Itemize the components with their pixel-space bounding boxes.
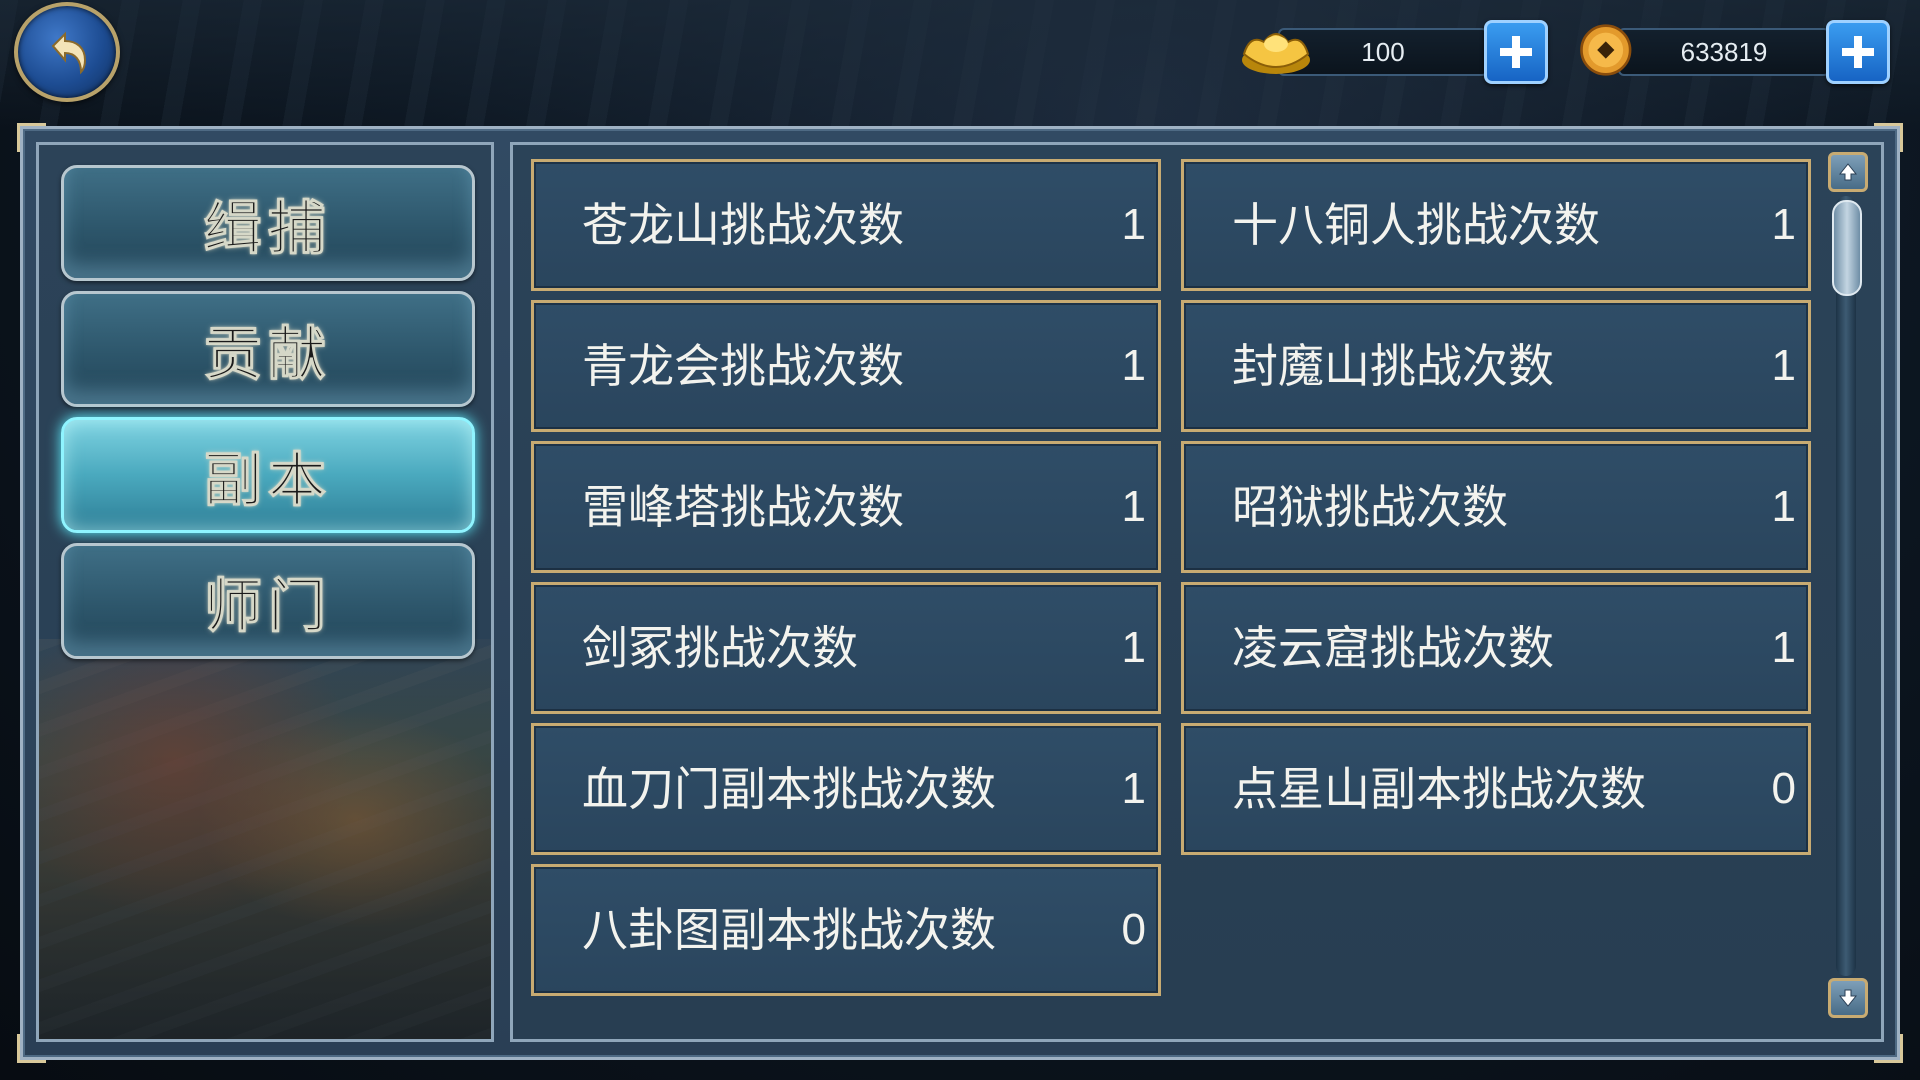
- arrow-down-icon: [1838, 989, 1858, 1007]
- tab-arrest[interactable]: 缉捕: [61, 165, 475, 281]
- list-item: 血刀门副本挑战次数 1: [531, 723, 1161, 855]
- back-arrow-icon: [51, 31, 87, 75]
- add-gold-button[interactable]: [1484, 20, 1548, 84]
- entry-label: 雷峰塔挑战次数: [582, 480, 904, 534]
- entry-count: 0: [1121, 905, 1146, 954]
- list-item: 凌云窟挑战次数 1: [1181, 582, 1811, 714]
- list-item: 八卦图副本挑战次数 0: [531, 864, 1161, 996]
- scrollbar-track[interactable]: [1836, 196, 1856, 976]
- gold-currency: 100: [1238, 20, 1548, 84]
- list-item: 十八铜人挑战次数 1: [1181, 159, 1811, 291]
- tab-contribution[interactable]: 贡献: [61, 291, 475, 407]
- entry-label: 昭狱挑战次数: [1232, 480, 1508, 534]
- entry-label: 青龙会挑战次数: [582, 339, 904, 393]
- plus-icon: [1842, 36, 1874, 68]
- entry-label: 十八铜人挑战次数: [1232, 198, 1600, 252]
- entry-count: 1: [1121, 482, 1146, 531]
- entry-count: 1: [1771, 341, 1796, 390]
- list-item: 青龙会挑战次数 1: [531, 300, 1161, 432]
- list-item: 封魔山挑战次数 1: [1181, 300, 1811, 432]
- entry-label: 剑冢挑战次数: [582, 621, 858, 675]
- entry-count: 1: [1771, 200, 1796, 249]
- entry-count: 1: [1771, 482, 1796, 531]
- coin-currency: 633819: [1578, 20, 1890, 84]
- entry-label: 苍龙山挑战次数: [582, 198, 904, 252]
- gold-ingot-icon: [1242, 33, 1310, 74]
- list-item: 点星山副本挑战次数 0: [1181, 723, 1811, 855]
- entry-count: 1: [1121, 200, 1146, 249]
- coin-amount: 633819: [1618, 28, 1830, 76]
- scroll-up-button[interactable]: [1828, 152, 1868, 192]
- plus-icon: [1500, 36, 1532, 68]
- tab-sect[interactable]: 师门: [61, 543, 475, 659]
- entry-label: 血刀门副本挑战次数: [582, 762, 996, 816]
- list-item: 剑冢挑战次数 1: [531, 582, 1161, 714]
- arrow-up-icon: [1838, 163, 1858, 181]
- entry-count: 0: [1771, 764, 1796, 813]
- challenge-count-list: 苍龙山挑战次数 1 十八铜人挑战次数 1 青龙会挑战次数 1 封魔山挑战次数 1…: [510, 142, 1884, 1042]
- copper-coin-icon: [1580, 24, 1632, 76]
- tab-dungeon[interactable]: 副本: [61, 417, 475, 533]
- list-item: 昭狱挑战次数 1: [1181, 441, 1811, 573]
- entry-count: 1: [1121, 764, 1146, 813]
- list-item: 苍龙山挑战次数 1: [531, 159, 1161, 291]
- entry-label: 八卦图副本挑战次数: [582, 903, 996, 957]
- back-button[interactable]: [14, 2, 120, 102]
- category-sidebar: 缉捕 贡献 副本 师门: [36, 142, 494, 1042]
- entry-count: 1: [1771, 623, 1796, 672]
- entry-count: 1: [1121, 341, 1146, 390]
- entry-label: 点星山副本挑战次数: [1232, 762, 1646, 816]
- list-item: 雷峰塔挑战次数 1: [531, 441, 1161, 573]
- add-coin-button[interactable]: [1826, 20, 1890, 84]
- sidebar-landscape-art: [39, 639, 491, 1039]
- scroll-down-button[interactable]: [1828, 978, 1868, 1018]
- entry-label: 封魔山挑战次数: [1232, 339, 1554, 393]
- entry-count: 1: [1121, 623, 1146, 672]
- entry-label: 凌云窟挑战次数: [1232, 621, 1554, 675]
- scrollbar-thumb[interactable]: [1832, 200, 1862, 296]
